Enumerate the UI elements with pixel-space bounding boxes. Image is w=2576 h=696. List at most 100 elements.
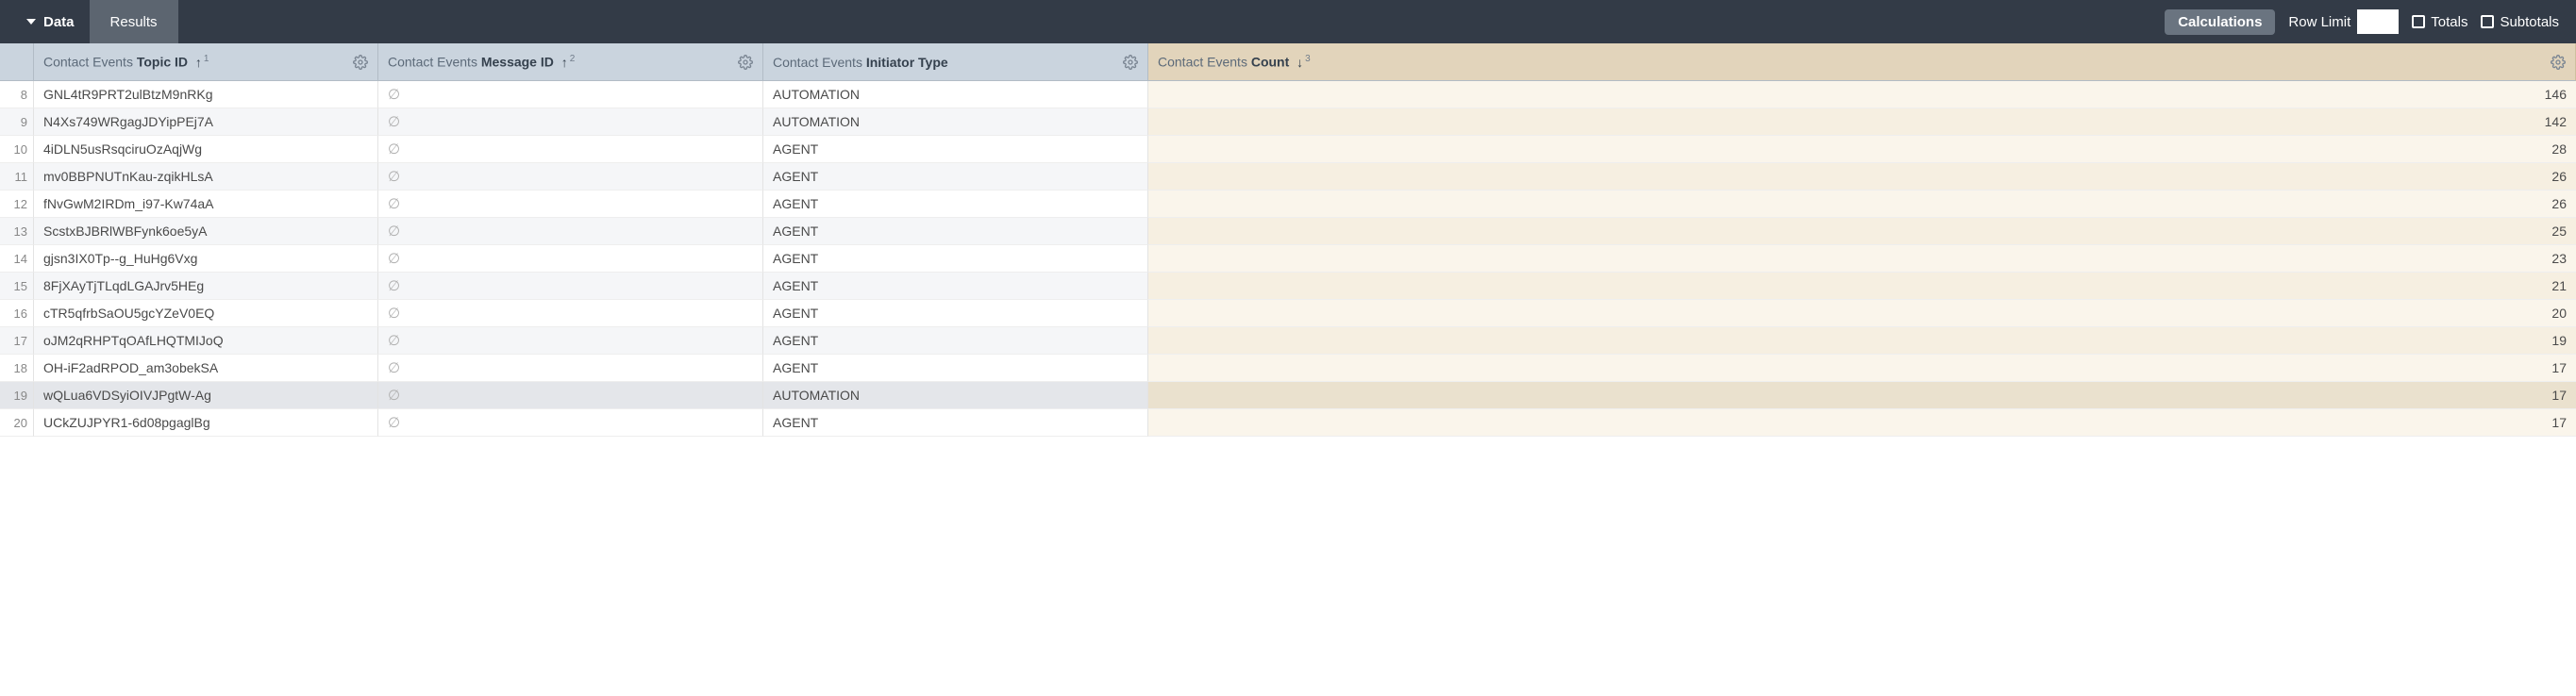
cell-message-id[interactable]: ∅: [378, 81, 763, 108]
cell-initiator-type[interactable]: AGENT: [763, 273, 1148, 300]
row-number: 10: [0, 136, 34, 163]
subtotals-checkbox[interactable]: Subtotals: [2481, 14, 2559, 30]
cell-initiator-type[interactable]: AGENT: [763, 136, 1148, 163]
cell-initiator-type[interactable]: AUTOMATION: [763, 108, 1148, 136]
gear-icon[interactable]: [2551, 55, 2566, 70]
cell-topic-id[interactable]: N4Xs749WRgagJDYipPEj7A: [34, 108, 378, 136]
null-icon: ∅: [388, 387, 400, 404]
row-limit-label: Row Limit: [2288, 14, 2350, 30]
checkbox-icon: [2481, 15, 2494, 28]
column-header-label: Contact Events Topic ID ↑1: [43, 54, 209, 70]
null-icon: ∅: [388, 168, 400, 185]
row-number: 15: [0, 273, 34, 300]
cell-message-id[interactable]: ∅: [378, 355, 763, 382]
null-icon: ∅: [388, 277, 400, 294]
cell-initiator-type[interactable]: AGENT: [763, 245, 1148, 273]
row-number: 13: [0, 218, 34, 245]
null-icon: ∅: [388, 305, 400, 322]
column-header[interactable]: Contact Events Topic ID ↑1: [34, 43, 378, 81]
column-header-label: Contact Events Message ID ↑2: [388, 54, 575, 70]
cell-topic-id[interactable]: 4iDLN5usRsqciruOzAqjWg: [34, 136, 378, 163]
cell-message-id[interactable]: ∅: [378, 245, 763, 273]
cell-count[interactable]: 146: [1148, 81, 2576, 108]
cell-topic-id[interactable]: gjsn3IX0Tp--g_HuHg6Vxg: [34, 245, 378, 273]
data-grid: Contact Events Topic ID ↑1 Contact Events…: [0, 43, 2576, 437]
cell-message-id[interactable]: ∅: [378, 409, 763, 437]
cell-count[interactable]: 26: [1148, 163, 2576, 191]
cell-count[interactable]: 23: [1148, 245, 2576, 273]
cell-initiator-type[interactable]: AGENT: [763, 300, 1148, 327]
cell-message-id[interactable]: ∅: [378, 191, 763, 218]
row-number: 20: [0, 409, 34, 437]
cell-initiator-type[interactable]: AGENT: [763, 355, 1148, 382]
cell-initiator-type[interactable]: AGENT: [763, 327, 1148, 355]
cell-message-id[interactable]: ∅: [378, 382, 763, 409]
cell-count[interactable]: 21: [1148, 273, 2576, 300]
cell-topic-id[interactable]: oJM2qRHPTqOAfLHQTMIJoQ: [34, 327, 378, 355]
cell-count[interactable]: 28: [1148, 136, 2576, 163]
gear-icon[interactable]: [738, 55, 753, 70]
null-icon: ∅: [388, 141, 400, 157]
data-section-toggle[interactable]: Data: [0, 0, 90, 43]
cell-count[interactable]: 17: [1148, 382, 2576, 409]
checkbox-icon: [2412, 15, 2425, 28]
cell-initiator-type[interactable]: AUTOMATION: [763, 81, 1148, 108]
cell-initiator-type[interactable]: AUTOMATION: [763, 382, 1148, 409]
cell-topic-id[interactable]: GNL4tR9PRT2ulBtzM9nRKg: [34, 81, 378, 108]
row-number: 18: [0, 355, 34, 382]
column-header-label: Contact Events Initiator Type: [773, 55, 948, 70]
cell-topic-id[interactable]: OH-iF2adRPOD_am3obekSA: [34, 355, 378, 382]
column-header[interactable]: Contact Events Initiator Type: [763, 43, 1148, 81]
row-number: 11: [0, 163, 34, 191]
cell-message-id[interactable]: ∅: [378, 108, 763, 136]
cell-message-id[interactable]: ∅: [378, 163, 763, 191]
cell-count[interactable]: 20: [1148, 300, 2576, 327]
gear-icon[interactable]: [353, 55, 368, 70]
row-limit-group: Row Limit: [2288, 9, 2399, 34]
calculations-button[interactable]: Calculations: [2165, 9, 2275, 35]
row-limit-input[interactable]: [2357, 9, 2399, 34]
null-icon: ∅: [388, 359, 400, 376]
cell-count[interactable]: 19: [1148, 327, 2576, 355]
cell-message-id[interactable]: ∅: [378, 327, 763, 355]
cell-topic-id[interactable]: mv0BBPNUTnKau-zqikHLsA: [34, 163, 378, 191]
column-header-rownum: [0, 43, 34, 81]
null-icon: ∅: [388, 86, 400, 103]
cell-count[interactable]: 25: [1148, 218, 2576, 245]
cell-topic-id[interactable]: ScstxBJBRlWBFynk6oe5yA: [34, 218, 378, 245]
cell-topic-id[interactable]: UCkZUJPYR1-6d08pgaglBg: [34, 409, 378, 437]
row-number: 14: [0, 245, 34, 273]
column-header[interactable]: Contact Events Message ID ↑2: [378, 43, 763, 81]
toolbar-left: Data Results: [0, 0, 178, 43]
row-number: 8: [0, 81, 34, 108]
cell-count[interactable]: 142: [1148, 108, 2576, 136]
null-icon: ∅: [388, 195, 400, 212]
cell-count[interactable]: 26: [1148, 191, 2576, 218]
row-number: 19: [0, 382, 34, 409]
cell-count[interactable]: 17: [1148, 409, 2576, 437]
cell-initiator-type[interactable]: AGENT: [763, 191, 1148, 218]
cell-topic-id[interactable]: 8FjXAyTjTLqdLGAJrv5HEg: [34, 273, 378, 300]
row-number: 12: [0, 191, 34, 218]
cell-message-id[interactable]: ∅: [378, 136, 763, 163]
toolbar: Data Results Calculations Row Limit Tota…: [0, 0, 2576, 43]
cell-initiator-type[interactable]: AGENT: [763, 218, 1148, 245]
cell-topic-id[interactable]: wQLua6VDSyiOIVJPgtW-Ag: [34, 382, 378, 409]
column-header[interactable]: Contact Events Count ↓3: [1148, 43, 2576, 81]
cell-topic-id[interactable]: fNvGwM2IRDm_i97-Kw74aA: [34, 191, 378, 218]
null-icon: ∅: [388, 250, 400, 267]
null-icon: ∅: [388, 332, 400, 349]
cell-count[interactable]: 17: [1148, 355, 2576, 382]
cell-message-id[interactable]: ∅: [378, 273, 763, 300]
cell-topic-id[interactable]: cTR5qfrbSaOU5gcYZeV0EQ: [34, 300, 378, 327]
tab-results[interactable]: Results: [90, 0, 178, 43]
column-header-label: Contact Events Count ↓3: [1158, 54, 1311, 70]
gear-icon[interactable]: [1123, 55, 1138, 70]
cell-initiator-type[interactable]: AGENT: [763, 163, 1148, 191]
cell-message-id[interactable]: ∅: [378, 218, 763, 245]
totals-checkbox[interactable]: Totals: [2412, 14, 2467, 30]
toolbar-right: Calculations Row Limit Totals Subtotals: [2165, 0, 2559, 43]
cell-message-id[interactable]: ∅: [378, 300, 763, 327]
null-icon: ∅: [388, 223, 400, 240]
cell-initiator-type[interactable]: AGENT: [763, 409, 1148, 437]
